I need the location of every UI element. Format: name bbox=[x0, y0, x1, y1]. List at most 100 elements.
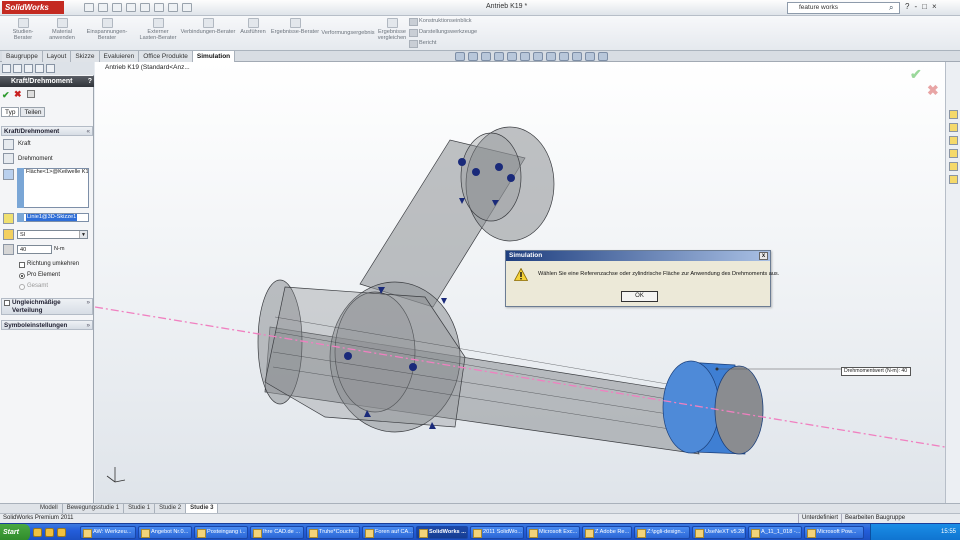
previous-view-icon[interactable] bbox=[481, 52, 491, 61]
search-icon[interactable]: ⌕ bbox=[889, 3, 893, 13]
tab-skizze[interactable]: Skizze bbox=[71, 51, 100, 62]
taskbar-item[interactable]: UseNeXT v5.28 bbox=[692, 526, 746, 539]
resources-icon[interactable] bbox=[949, 110, 958, 119]
taskbar-item[interactable]: Z Adobe Re... bbox=[582, 526, 632, 539]
force-option[interactable]: Kraft bbox=[18, 140, 31, 149]
appearance-icon[interactable] bbox=[546, 52, 556, 61]
tab-layout[interactable]: Layout bbox=[42, 51, 72, 62]
nonuniform-checkbox[interactable] bbox=[4, 300, 10, 306]
taskbar-item[interactable]: Posteingang i... bbox=[194, 526, 248, 539]
rebuild-icon[interactable] bbox=[168, 3, 178, 12]
screen-capture-icon[interactable] bbox=[585, 52, 595, 61]
chevron-down-icon[interactable]: ▼ bbox=[79, 231, 87, 238]
taskbar-item[interactable]: 2011 SolidWo... bbox=[470, 526, 524, 539]
ok-check-icon[interactable]: ✔ bbox=[2, 90, 10, 101]
face-selection-item[interactable]: Fläche<1>@Keilwelle K1! bbox=[26, 169, 88, 175]
hide-show-icon[interactable] bbox=[533, 52, 543, 61]
taskbar-item[interactable]: AW: Werkzeu... bbox=[80, 526, 136, 539]
cancel-x-icon[interactable]: ✖ bbox=[927, 82, 939, 99]
compare-results-button[interactable]: Ergebnisse vergleichen bbox=[376, 18, 408, 41]
open-icon[interactable] bbox=[98, 3, 108, 12]
study-advisor-button[interactable]: Studien-Berater bbox=[4, 18, 42, 41]
display-manager-icon[interactable] bbox=[46, 64, 55, 73]
taskbar-item[interactable]: A_11_1_018 -... bbox=[748, 526, 802, 539]
save-icon[interactable] bbox=[112, 3, 122, 12]
scene-icon[interactable] bbox=[559, 52, 569, 61]
design-insight-button[interactable]: Konstruktionseinblick bbox=[408, 16, 472, 26]
help-icon[interactable]: ? bbox=[88, 76, 92, 87]
zoom-fit-icon[interactable] bbox=[455, 52, 465, 61]
torque-value-field[interactable]: 40 bbox=[17, 245, 52, 254]
tab-baugruppe[interactable]: Baugruppe bbox=[2, 51, 43, 62]
results-advisor-button[interactable]: Ergebnisse-Berater bbox=[270, 18, 320, 35]
torque-option[interactable]: Drehmoment bbox=[18, 155, 53, 164]
solidworks-logo[interactable]: SolidWorks bbox=[2, 1, 64, 14]
pin-icon[interactable] bbox=[27, 90, 35, 98]
deformed-result-button[interactable]: Verformungsergebnis bbox=[320, 30, 376, 36]
configuration-icon[interactable] bbox=[24, 64, 33, 73]
file-explorer-icon[interactable] bbox=[949, 136, 958, 145]
section-symbol-settings[interactable]: Symboleinstellungen» bbox=[1, 320, 93, 330]
close-button[interactable]: × bbox=[932, 2, 937, 11]
cancel-x-icon[interactable]: ✖ bbox=[14, 89, 22, 100]
appearances-icon[interactable] bbox=[949, 162, 958, 171]
ok-button[interactable]: OK bbox=[621, 291, 658, 302]
help-button[interactable]: ? bbox=[905, 2, 909, 11]
monitor-icon[interactable] bbox=[598, 52, 608, 61]
taskbar-item[interactable]: Microsoft Exc... bbox=[526, 526, 580, 539]
view-palette-icon[interactable] bbox=[949, 149, 958, 158]
taskbar-item[interactable]: Truhe*Coucht... bbox=[306, 526, 360, 539]
property-manager-icon[interactable] bbox=[13, 64, 22, 73]
axis-selection-item[interactable]: Linie1@3D-Skizze1 bbox=[26, 214, 78, 221]
expand-icon[interactable]: » bbox=[86, 321, 90, 330]
reverse-direction-checkbox[interactable] bbox=[19, 262, 25, 268]
section-nonuniform[interactable]: Ungleichmäßige Verteilung» bbox=[1, 298, 93, 315]
taskbar-item[interactable]: Ihre CAD.de ... bbox=[250, 526, 304, 539]
quick-launch-icon[interactable] bbox=[57, 528, 66, 537]
connections-advisor-button[interactable]: Verbindungen-Berater bbox=[180, 18, 236, 35]
search-input[interactable]: feature works bbox=[787, 2, 900, 14]
tab-typ[interactable]: Typ bbox=[1, 107, 20, 117]
clock[interactable]: 15:55 bbox=[941, 524, 956, 540]
fixtures-advisor-button[interactable]: Einspannungen-Berater bbox=[78, 18, 136, 41]
dimxpert-icon[interactable] bbox=[35, 64, 44, 73]
tab-office-produkte[interactable]: Office Produkte bbox=[139, 51, 193, 62]
new-icon[interactable] bbox=[84, 3, 94, 12]
plot-tools-button[interactable]: Darstellungswerkzeuge bbox=[408, 27, 477, 37]
external-loads-advisor-button[interactable]: Externer Lasten-Berater bbox=[138, 18, 178, 41]
taskbar-item-active[interactable]: SolidWorks ... bbox=[416, 526, 468, 539]
minimize-button[interactable]: - bbox=[914, 2, 917, 11]
per-element-radio[interactable] bbox=[19, 273, 25, 279]
taskbar-item[interactable]: Z:\pgli-design... bbox=[634, 526, 690, 539]
taskbar-item[interactable]: Angebot Nr.0... bbox=[138, 526, 192, 539]
quick-launch-icon[interactable] bbox=[33, 528, 42, 537]
torque-face[interactable] bbox=[662, 360, 764, 455]
unit-select[interactable]: SI ▼ bbox=[17, 230, 88, 239]
collapse-icon[interactable]: « bbox=[86, 127, 90, 136]
taskbar-item[interactable]: Microsoft Pow... bbox=[804, 526, 864, 539]
confirm-check-icon[interactable]: ✔ bbox=[910, 66, 922, 83]
view-orientation-icon[interactable] bbox=[507, 52, 517, 61]
apply-material-button[interactable]: Material anwenden bbox=[48, 18, 76, 41]
report-button[interactable]: Bericht bbox=[408, 38, 436, 48]
feature-tree-icon[interactable] bbox=[2, 64, 11, 73]
taskbar-item[interactable]: Foren auf CA... bbox=[362, 526, 414, 539]
tab-simulation[interactable]: Simulation bbox=[192, 51, 236, 62]
feature-tree-root[interactable]: Antrieb K19 (Standard<Anz... bbox=[105, 64, 190, 71]
design-library-icon[interactable] bbox=[949, 123, 958, 132]
zoom-area-icon[interactable] bbox=[468, 52, 478, 61]
display-style-icon[interactable] bbox=[520, 52, 530, 61]
print-icon[interactable] bbox=[126, 3, 136, 12]
total-radio[interactable] bbox=[19, 284, 25, 290]
tab-teilen[interactable]: Teilen bbox=[20, 107, 46, 117]
select-icon[interactable] bbox=[154, 3, 164, 12]
force-type-icon[interactable] bbox=[3, 139, 14, 150]
tab-evaluieren[interactable]: Evaluieren bbox=[99, 51, 140, 62]
undo-icon[interactable] bbox=[140, 3, 150, 12]
custom-properties-icon[interactable] bbox=[949, 175, 958, 184]
options-icon[interactable] bbox=[182, 3, 192, 12]
run-button[interactable]: Ausführen bbox=[238, 18, 268, 35]
view-settings-icon[interactable] bbox=[572, 52, 582, 61]
dialog-close-button[interactable]: x bbox=[759, 252, 768, 260]
expand-icon[interactable]: » bbox=[86, 299, 90, 307]
